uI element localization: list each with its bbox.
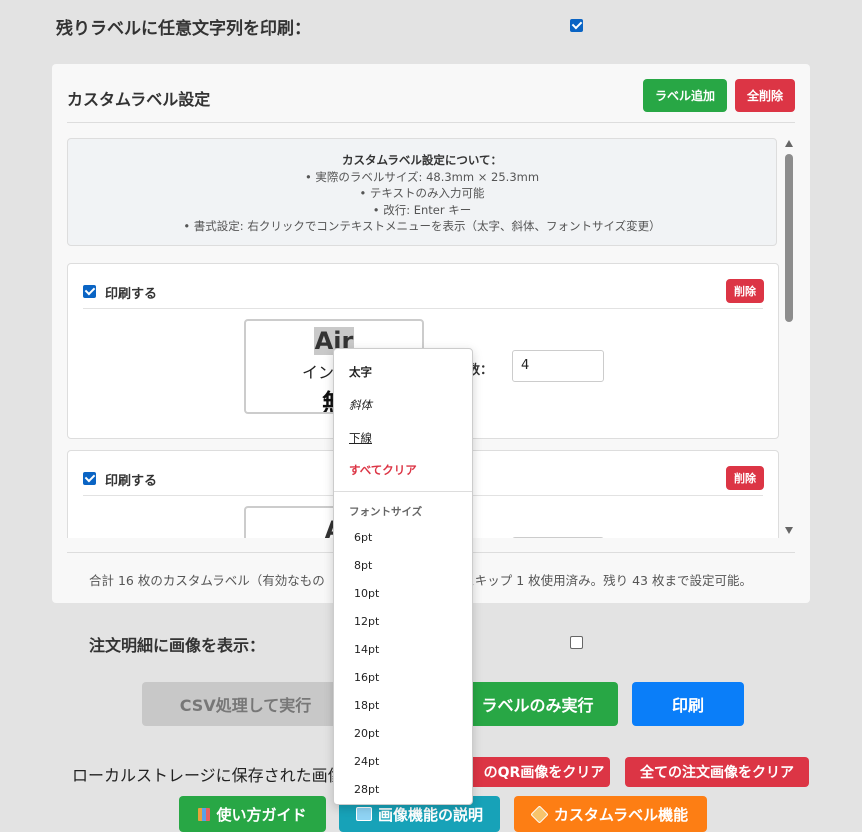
label-only-run-text: ラベルのみ実行: [481, 696, 594, 715]
custom-label-feature-text: カスタムラベル機能: [553, 805, 689, 824]
csv-run-button[interactable]: CSV処理して実行: [142, 682, 349, 726]
font-size-option[interactable]: 6pt: [354, 531, 372, 544]
info-line: • 実際のラベルサイズ: 48.3mm × 25.3mm: [304, 169, 540, 184]
print-label: 印刷する: [105, 474, 158, 489]
font-size-option[interactable]: 28pt: [354, 783, 379, 796]
menu-item-bold[interactable]: 太字: [349, 364, 372, 380]
custom-label-feature-button[interactable]: カスタムラベル機能: [514, 796, 707, 832]
scroll-up-arrow-icon[interactable]: [785, 140, 793, 147]
font-size-option[interactable]: 14pt: [354, 643, 379, 656]
tag-icon: [530, 804, 549, 824]
font-size-option[interactable]: 12pt: [354, 615, 379, 628]
usage-guide-button[interactable]: 使い方ガイド: [179, 796, 326, 832]
delete-all-button[interactable]: 全削除: [735, 79, 795, 112]
card-divider: [83, 308, 763, 309]
book-icon: [198, 807, 211, 821]
print-button[interactable]: 印刷: [632, 682, 744, 726]
scroll-thumb[interactable]: [785, 154, 793, 322]
add-label-button[interactable]: ラベル追加: [643, 79, 727, 112]
local-storage-label: ローカルストレージに保存された画像: [72, 766, 344, 785]
font-size-option[interactable]: 10pt: [354, 587, 379, 600]
picture-icon: [355, 807, 372, 821]
delete-card-button[interactable]: 削除: [726, 279, 764, 303]
menu-item-italic[interactable]: 斜体: [349, 397, 372, 413]
print-remaining-label: 残りラベルに任意文字列を印刷：: [56, 19, 311, 39]
clear-order-images-button[interactable]: 全ての注文画像をクリア: [625, 757, 809, 787]
order-image-label: 注文明細に画像を表示：: [89, 636, 266, 655]
menu-divider: [334, 491, 472, 492]
info-line: • 書式設定: 右クリックでコンテキストメニューを表示（太字、斜体、フォントサイ…: [183, 219, 661, 233]
print-remaining-checkbox[interactable]: [570, 19, 583, 32]
panel-title: カスタムラベル設定: [67, 90, 211, 109]
font-size-header: フォントサイズ: [349, 506, 423, 518]
divider: [67, 122, 795, 123]
format-context-menu: 太字 斜体 下線 すべてクリア フォントサイズ 6pt 8pt 10pt 12p…: [333, 348, 473, 805]
info-title: カスタムラベル設定について：: [341, 153, 503, 167]
image-feature-text: 画像機能の説明: [377, 805, 483, 824]
quantity-input[interactable]: [512, 537, 604, 538]
font-size-option[interactable]: 8pt: [354, 559, 372, 572]
info-line: • 改行: Enter キー: [372, 202, 472, 217]
order-image-checkbox[interactable]: [570, 636, 583, 649]
font-size-option[interactable]: 18pt: [354, 699, 379, 712]
print-checkbox[interactable]: [83, 472, 96, 485]
font-size-option[interactable]: 20pt: [354, 727, 379, 740]
info-box: カスタムラベル設定について： • 実際のラベルサイズ: 48.3mm × 25.…: [67, 138, 777, 246]
menu-item-clear-all[interactable]: すべてクリア: [349, 462, 417, 478]
scrollbar[interactable]: [784, 138, 794, 538]
font-size-option[interactable]: 16pt: [354, 671, 379, 684]
clear-qr-text: のQR画像をクリア: [483, 765, 605, 781]
print-label: 印刷する: [105, 287, 158, 302]
delete-card-button[interactable]: 削除: [726, 466, 764, 490]
scroll-down-arrow-icon[interactable]: [785, 527, 793, 534]
print-checkbox[interactable]: [83, 285, 96, 298]
info-line: • テキストのみ入力可能: [359, 186, 485, 200]
usage-guide-text: 使い方ガイド: [216, 805, 307, 824]
quantity-input[interactable]: 4: [512, 350, 604, 382]
menu-item-underline[interactable]: 下線: [349, 430, 372, 446]
font-size-option[interactable]: 24pt: [354, 755, 379, 768]
